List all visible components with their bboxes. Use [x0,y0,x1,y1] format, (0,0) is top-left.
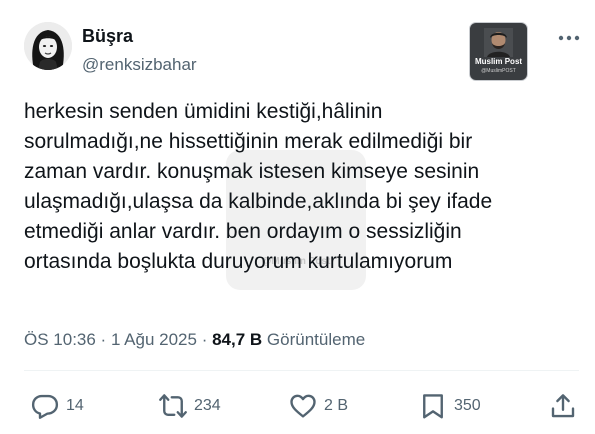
action-bar: 14 234 2 B 350 [0,390,595,422]
divider [24,370,579,371]
share-icon [551,394,575,418]
meta-separator: · [95,330,111,349]
watermark-badge: Muslim Post @MuslimPOST [469,22,528,81]
display-name[interactable]: Büşra [82,26,133,47]
more-icon [558,35,580,41]
reply-button[interactable]: 14 [30,390,84,422]
avatar[interactable] [24,22,72,70]
avatar-portrait [24,22,72,70]
user-handle[interactable]: @renksizbahar [82,55,197,75]
tweet-time[interactable]: ÖS 10:36 [24,330,96,349]
tweet-line: ortasında boşlukta duruyorum kurtulamıyo… [24,250,453,273]
heart-icon [290,394,316,418]
bookmark-button[interactable]: 350 [418,390,481,422]
tweet-line: etmediği anlar vardır. ben ordayım o ses… [24,220,462,243]
meta-separator: · [196,330,213,349]
tweet-line: zaman vardır. konuşmak istesen kimseye s… [24,160,480,183]
reply-count: 14 [66,397,84,414]
share-button[interactable] [548,390,578,422]
watermark-title: Muslim Post [474,57,523,66]
bookmark-count: 350 [454,397,481,414]
reply-icon [31,394,59,419]
views-label: Görüntüleme [266,330,366,349]
like-button[interactable]: 2 B [288,390,348,422]
repost-button[interactable]: 234 [158,390,221,422]
watermark-portrait-icon [484,28,513,57]
bookmark-icon [423,394,443,419]
repost-icon [159,394,187,418]
watermark-handle: @MuslimPOST [481,68,516,74]
more-options-button[interactable] [556,28,582,48]
repost-count: 234 [194,397,221,414]
tweet-line: herkesin senden ümidini kestiği,hâlinin [24,100,383,123]
like-count: 2 B [324,397,349,414]
tweet-text: herkesin senden ümidini kestiği,hâlinin … [24,97,564,277]
views-count: 84,7 B [212,330,263,349]
tweet-line: sorulmadığı,ne hissettiğinin merak edilm… [24,130,473,153]
tweet-date[interactable]: 1 Ağu 2025 [111,330,197,349]
tweet-meta: ÖS 10:36 · 1 Ağu 2025 · 84,7 B Görüntüle… [24,330,365,350]
tweet-line: ulaşmadığı,ulaşsa da kalbinde,aklında bi… [24,190,493,213]
